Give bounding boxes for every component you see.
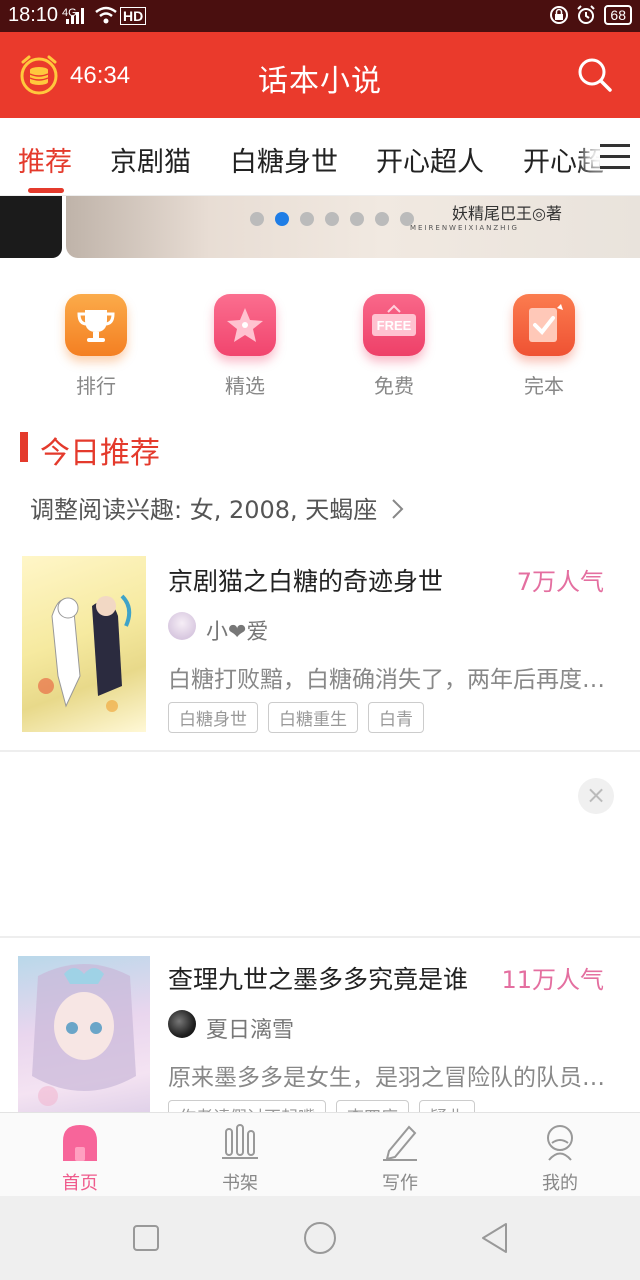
nav-profile-label: 我的 [542, 1173, 578, 1194]
book-tag[interactable]: 白糖身世 [168, 702, 258, 733]
entry-ranking-label: 排行 [76, 374, 116, 398]
banner-author-text: 妖精尾巴王◎著 [452, 204, 562, 223]
close-icon[interactable]: × [578, 778, 614, 814]
book-tag[interactable]: 白糖重生 [268, 702, 358, 733]
active-tab-indicator [28, 188, 64, 193]
book-card[interactable]: 京剧猫之白糖的奇迹身世 7万人气 小❤爱 白糖打败黯，白糖确消失了，两年后再度…… [0, 552, 640, 742]
nav-write-label: 写作 [382, 1173, 418, 1194]
star-icon [214, 294, 276, 356]
book-card[interactable]: 查理九世之墨多多究竟是谁 11万人气 夏日漓雪 原来墨多多是女生，是羽之冒险队的… [0, 952, 640, 1112]
entry-free-label: 免费 [374, 374, 414, 398]
book-cover[interactable] [18, 956, 150, 1112]
svg-text:FREE: FREE [377, 318, 412, 333]
recent-apps-icon[interactable] [132, 1224, 160, 1252]
interest-text: 调整阅读兴趣: 女, 2008, 天蝎座 [30, 496, 378, 524]
alarm-icon [577, 5, 596, 24]
status-bar: 18:10 4G HD 68 [0, 0, 640, 32]
entry-completed-label: 完本 [524, 374, 564, 398]
nav-write[interactable]: 写作 [320, 1113, 480, 1197]
adjust-interest-link[interactable]: 调整阅读兴趣: 女, 2008, 天蝎座 [30, 490, 405, 525]
bookshelf-icon [222, 1124, 258, 1159]
signal-icon [66, 8, 84, 24]
wifi-icon [95, 6, 117, 24]
banner-dot[interactable] [350, 212, 364, 226]
book-popularity: 7万人气 [516, 568, 604, 596]
banner-dot[interactable] [250, 212, 264, 226]
book-tags: 白糖身世 白糖重生 白青 [168, 702, 424, 733]
nav-home-label: 首页 [62, 1173, 98, 1194]
pen-icon [383, 1125, 417, 1161]
entry-featured[interactable]: 精选 [195, 292, 295, 399]
banner-dot[interactable] [275, 212, 289, 226]
search-icon[interactable] [576, 56, 614, 94]
banner-dot[interactable] [325, 212, 339, 226]
chevron-right-icon [392, 499, 404, 519]
book-description[interactable]: 白糖打败黯，白糖确消失了，两年后再度… [168, 660, 624, 694]
section-title: 今日推荐 [40, 436, 160, 471]
entry-ranking[interactable]: 排行 [46, 292, 146, 399]
tab-jingjumao[interactable]: 京剧猫 [110, 140, 191, 179]
book-cover[interactable] [22, 556, 146, 732]
bottom-navigation: 首页 书架 写作 我的 [0, 1112, 640, 1196]
check-badge-icon [513, 294, 575, 356]
section-accent-bar [20, 432, 28, 462]
book-tag[interactable]: 作者请假讨不起嘴 [168, 1100, 326, 1112]
banner-prev-image[interactable] [0, 196, 62, 258]
banner-subtitle: MEIRENWEIXIANZHIG [410, 224, 519, 232]
book-tag[interactable]: 疑曲 [419, 1100, 475, 1112]
network-badge: HD [120, 7, 147, 25]
nav-home[interactable]: 首页 [0, 1113, 160, 1197]
app-title: 话本小说 [258, 64, 382, 99]
book-title[interactable]: 京剧猫之白糖的奇迹身世 [168, 562, 443, 598]
banner-dot[interactable] [400, 212, 414, 226]
tab-recommend[interactable]: 推荐 [18, 140, 72, 179]
lock-icon [550, 6, 569, 24]
system-navigation-bar [0, 1196, 640, 1280]
profile-icon [547, 1125, 573, 1161]
nav-bookshelf[interactable]: 书架 [160, 1113, 320, 1197]
entry-completed[interactable]: 完本 [494, 292, 594, 399]
home-icon [63, 1125, 97, 1161]
book-description[interactable]: 原来墨多多是女生，是羽之冒险队的队员… [168, 1058, 624, 1092]
book-author[interactable]: 夏日漓雪 [206, 1012, 294, 1044]
banner-page-dots [250, 212, 414, 226]
book-popularity: 11万人气 [501, 966, 604, 994]
banner-dot[interactable] [300, 212, 314, 226]
book-tags: 作者请假讨不起嘴 查四度 疑曲 [168, 1100, 475, 1112]
avatar[interactable] [168, 1010, 196, 1038]
entry-featured-label: 精选 [225, 374, 265, 398]
ad-slot [0, 752, 640, 936]
book-tag[interactable]: 白青 [368, 702, 424, 733]
quick-entries: 排行 精选 FREE 免费 完本 [0, 292, 640, 402]
tab-happy-superman[interactable]: 开心超人 [376, 140, 484, 179]
nav-profile[interactable]: 我的 [480, 1113, 640, 1197]
back-icon[interactable] [480, 1222, 510, 1254]
banner-dot[interactable] [375, 212, 389, 226]
status-time: 18:10 [8, 4, 59, 26]
nav-bookshelf-label: 书架 [222, 1173, 258, 1194]
battery-level: 68 [604, 5, 632, 25]
trophy-icon [65, 294, 127, 356]
book-tag[interactable]: 查四度 [336, 1100, 409, 1112]
tab-happy-super-truncated[interactable]: 开心超 [523, 140, 604, 179]
home-button-icon[interactable] [303, 1221, 337, 1255]
tab-baitang[interactable]: 白糖身世 [230, 140, 338, 179]
app-header: 46:34 话本小说 [0, 32, 640, 118]
avatar[interactable] [168, 612, 196, 640]
menu-icon[interactable] [600, 144, 630, 170]
category-tabs: 推荐 京剧猫 白糖身世 开心超人 开心超 [0, 118, 640, 196]
divider [0, 936, 640, 938]
book-title[interactable]: 查理九世之墨多多究竟是谁 [168, 960, 468, 996]
book-author[interactable]: 小❤爱 [206, 614, 268, 646]
free-icon: FREE [363, 294, 425, 356]
entry-free[interactable]: FREE 免费 [344, 292, 444, 399]
